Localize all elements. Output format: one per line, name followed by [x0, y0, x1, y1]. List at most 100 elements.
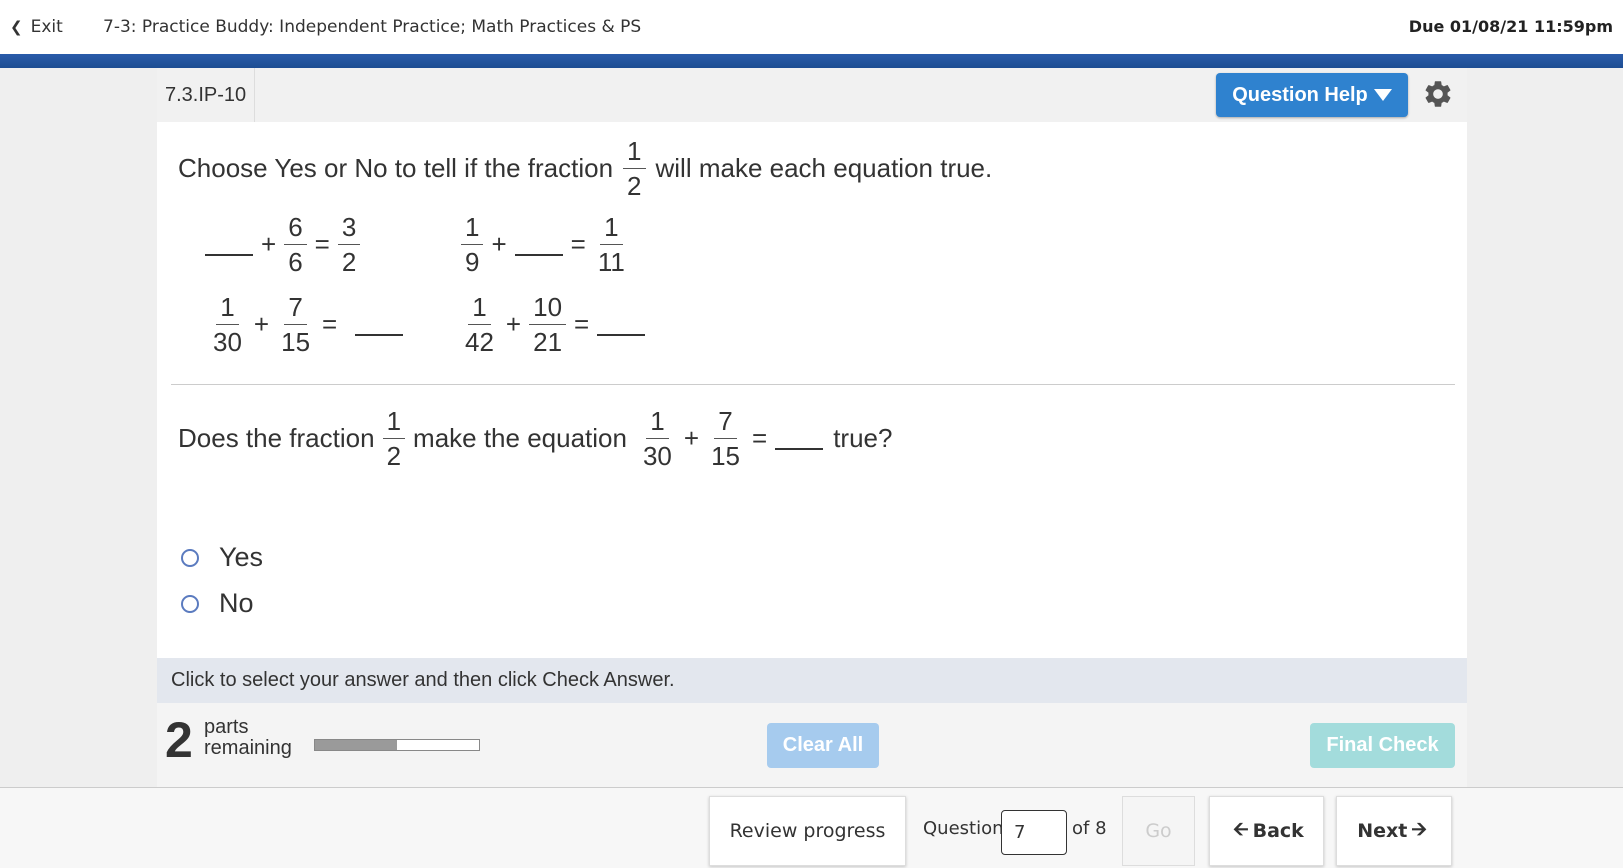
question-total-label: of 8 — [1072, 818, 1107, 839]
plus-sign: + — [261, 229, 277, 259]
question-number-input[interactable] — [1001, 810, 1067, 855]
equation-fraction: 7 15 — [277, 294, 314, 355]
fraction-denominator: 42 — [465, 327, 494, 357]
fraction-numerator: 6 — [284, 214, 307, 245]
section-divider — [171, 384, 1455, 385]
exit-label: Exit — [30, 17, 63, 37]
equation-3: 1 30 + 7 15 = — [205, 294, 407, 355]
fraction-denominator: 21 — [533, 327, 563, 357]
question-text-mid: make the equation — [413, 423, 627, 453]
equation-fraction: 1 30 — [639, 408, 676, 469]
parts-word: parts — [204, 716, 249, 738]
equals-sign: = — [574, 309, 590, 339]
fraction-numerator: 1 — [600, 214, 623, 245]
question-panel: 7.3.IP-10 Question Help Choose Yes or No… — [157, 68, 1467, 787]
equals-sign: = — [752, 423, 768, 453]
arrow-right-icon: 🡪 — [1411, 818, 1427, 840]
panel-header: 7.3.IP-10 Question Help — [157, 68, 1467, 122]
question-help-button[interactable]: Question Help — [1216, 73, 1408, 117]
fraction-numerator: 1 — [468, 294, 491, 325]
question-help-label: Question Help — [1232, 83, 1368, 106]
final-check-button[interactable]: Final Check — [1310, 723, 1455, 768]
header-stripe — [0, 54, 1623, 68]
chevron-left-icon: ❮ — [10, 18, 23, 36]
instruction-text-post: will make each equation true. — [655, 153, 993, 183]
fraction-denominator: 6 — [288, 247, 303, 277]
plus-sign: + — [683, 423, 700, 453]
equation-2: 1 9 + = 1 11 — [457, 214, 633, 275]
equation-fraction: 3 2 — [337, 214, 361, 277]
back-button[interactable]: 🡨 Back — [1209, 796, 1324, 866]
parts-progress-bar — [314, 739, 480, 751]
back-label: Back — [1252, 820, 1304, 842]
equation-blank — [205, 253, 253, 256]
fraction-denominator: 2 — [341, 247, 357, 277]
review-progress-button[interactable]: Review progress — [709, 796, 906, 866]
option-label: Yes — [219, 542, 264, 572]
fraction-numerator: 1 — [623, 138, 646, 169]
equation-fraction: 1 11 — [594, 214, 629, 275]
question-prompt: Does the fraction 1 2 make the equation … — [178, 408, 892, 469]
plus-sign: + — [505, 309, 522, 339]
instruction-text-pre: Choose Yes or No to tell if the fraction — [178, 153, 614, 183]
equals-sign: = — [314, 229, 330, 259]
plus-sign: + — [491, 229, 507, 259]
equation-blank — [775, 447, 824, 450]
equation-fraction: 1 30 — [209, 294, 246, 355]
bottom-navigation: Review progress Question of 8 Go 🡨 Back … — [0, 787, 1623, 868]
fraction-numerator: 10 — [529, 294, 567, 325]
question-text-post: true? — [833, 423, 893, 453]
fraction-denominator: 15 — [711, 441, 740, 471]
fraction-numerator: 7 — [714, 408, 737, 439]
question-id: 7.3.IP-10 — [157, 68, 256, 122]
fraction-denominator: 9 — [465, 247, 480, 277]
equation-1: + 6 6 = 3 2 — [201, 214, 364, 275]
fraction-numerator: 7 — [284, 294, 307, 325]
radio-button[interactable] — [181, 594, 199, 613]
progress-fill — [315, 740, 397, 750]
fraction-numerator: 1 — [646, 408, 669, 439]
exit-button[interactable]: ❮ Exit — [10, 17, 63, 37]
fraction-numerator: 3 — [337, 214, 361, 245]
instruction: Choose Yes or No to tell if the fraction… — [178, 138, 992, 199]
gear-icon[interactable] — [1422, 78, 1454, 110]
assignment-title: 7-3: Practice Buddy: Independent Practic… — [103, 17, 642, 37]
equals-sign: = — [322, 309, 338, 339]
question-fraction: 1 2 — [382, 408, 406, 471]
equation-fraction: 6 6 — [284, 214, 307, 277]
option-yes[interactable]: Yes — [181, 542, 263, 573]
fraction-denominator: 30 — [642, 441, 672, 471]
fraction-numerator: 1 — [382, 408, 406, 439]
question-label: Question — [923, 818, 1004, 839]
go-button[interactable]: Go — [1122, 796, 1195, 866]
fraction-denominator: 2 — [627, 171, 642, 201]
equation-blank — [514, 253, 563, 256]
equals-sign: = — [570, 229, 586, 259]
hint-bar: Click to select your answer and then cli… — [157, 658, 1467, 703]
instruction-fraction: 1 2 — [623, 138, 646, 201]
top-bar: ❮ Exit 7-3: Practice Buddy: Independent … — [0, 0, 1623, 54]
option-no[interactable]: No — [181, 588, 254, 619]
equation-fraction: 10 21 — [529, 294, 567, 357]
remaining-word: remaining — [204, 737, 292, 759]
radio-button[interactable] — [181, 548, 199, 567]
question-text-pre: Does the fraction — [178, 423, 375, 453]
parts-remaining-label: parts remaining — [204, 717, 292, 759]
next-button[interactable]: Next 🡪 — [1336, 796, 1452, 866]
fraction-numerator: 1 — [216, 294, 239, 325]
fraction-denominator: 2 — [386, 441, 402, 471]
fraction-denominator: 11 — [597, 247, 625, 277]
caret-down-icon — [1373, 89, 1392, 101]
hint-text: Click to select your answer and then cli… — [171, 669, 675, 691]
clear-all-button[interactable]: Clear All — [767, 723, 879, 768]
arrow-left-icon: 🡨 — [1233, 818, 1249, 840]
fraction-numerator: 1 — [461, 214, 484, 245]
due-date: Due 01/08/21 11:59pm — [1408, 17, 1613, 36]
equation-fraction: 1 9 — [461, 214, 484, 277]
fraction-denominator: 15 — [281, 327, 311, 357]
option-label: No — [219, 588, 254, 618]
parts-remaining-count: 2 — [165, 712, 193, 768]
equation-fraction: 1 42 — [461, 294, 498, 355]
next-label: Next — [1357, 820, 1408, 842]
plus-sign: + — [253, 309, 270, 339]
